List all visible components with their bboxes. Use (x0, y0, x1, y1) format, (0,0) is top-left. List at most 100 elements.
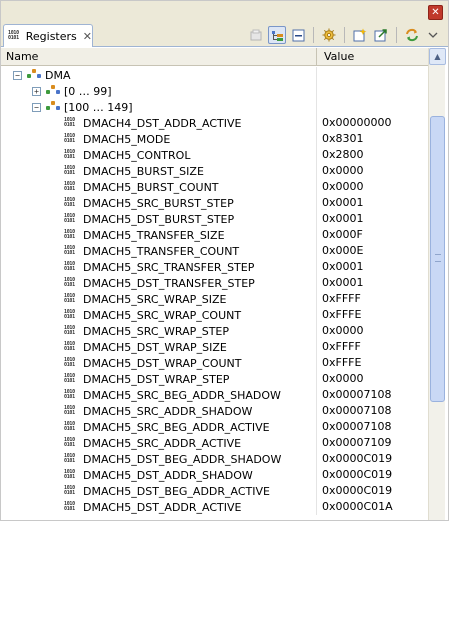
register-row[interactable]: 1010 0101 DMACH5_SRC_BEG_ADDR_ACTIVE 0x0000… (1, 419, 428, 435)
register-row[interactable]: 1010 0101 DMACH5_SRC_BURST_STEP 0x0001 (1, 195, 428, 211)
register-icon: 1010 0101 (64, 213, 75, 224)
register-row[interactable]: 1010 0101 DMACH5_DST_ADDR_ACTIVE 0x0000C01A (1, 499, 428, 515)
register-icon: 1010 0101 (64, 309, 75, 320)
register-name: DMACH5_CONTROL (83, 148, 191, 162)
register-value[interactable]: 0x00007108 (318, 403, 392, 419)
register-icon: 1010 0101 (64, 197, 75, 208)
window-title-strip: ✕ (1, 1, 448, 23)
sync-icon (406, 28, 418, 42)
register-value[interactable]: 0xFFFE (318, 355, 361, 371)
register-icon: 1010 0101 (64, 437, 75, 448)
new-group-button[interactable] (351, 26, 369, 44)
register-value[interactable]: 0x00007108 (318, 387, 392, 403)
tree-node-dma[interactable]: − DMA (1, 67, 428, 83)
register-name: DMACH5_SRC_BEG_ADDR_SHADOW (83, 388, 281, 402)
register-value[interactable]: 0xFFFE (318, 307, 361, 323)
register-value[interactable]: 0x0000C01A (318, 499, 393, 515)
configure-button[interactable] (320, 26, 338, 44)
register-row[interactable]: 1010 0101 DMACH5_TRANSFER_COUNT 0x000E (1, 243, 428, 259)
register-row[interactable]: 1010 0101 DMACH5_DST_BEG_ADDR_ACTIVE 0x0000… (1, 483, 428, 499)
register-row[interactable]: 1010 0101 DMACH5_DST_ADDR_SHADOW 0x0000C019 (1, 467, 428, 483)
register-value[interactable]: 0x0000C019 (318, 483, 392, 499)
vertical-scrollbar[interactable]: ▲ (428, 48, 446, 520)
register-name: DMACH5_BURST_COUNT (83, 180, 219, 194)
register-name: DMACH5_DST_BEG_ADDR_SHADOW (83, 452, 282, 466)
register-value[interactable]: 0x0001 (318, 259, 364, 275)
register-icon: 1010 0101 (64, 117, 75, 128)
register-row[interactable]: 1010 0101 DMACH5_DST_WRAP_STEP 0x0000 (1, 371, 428, 387)
register-row[interactable]: 1010 0101 DMACH5_MODE 0x8301 (1, 131, 428, 147)
register-row[interactable]: 1010 0101 DMACH5_TRANSFER_SIZE 0x000F (1, 227, 428, 243)
tab-close-icon[interactable]: ✕ (83, 30, 92, 43)
register-row[interactable]: 1010 0101 DMACH5_CONTROL 0x2800 (1, 147, 428, 163)
column-header-value[interactable]: Value (317, 48, 428, 65)
register-value[interactable]: 0x00000000 (318, 115, 392, 131)
register-row[interactable]: 1010 0101 DMACH5_DST_TRANSFER_STEP 0x0001 (1, 275, 428, 291)
register-row[interactable]: 1010 0101 DMACH5_SRC_WRAP_SIZE 0xFFFF (1, 291, 428, 307)
register-row[interactable]: 1010 0101 DMACH5_DST_WRAP_SIZE 0xFFFF (1, 339, 428, 355)
register-icon: 1010 0101 (64, 133, 75, 144)
register-value[interactable]: 0x0000C019 (318, 467, 392, 483)
tree-node-group[interactable]: + [0 … 99] (1, 83, 428, 99)
register-icon: 1010 0101 (64, 421, 75, 432)
register-group-icon (27, 69, 41, 81)
register-row[interactable]: 1010 0101 DMACH5_SRC_WRAP_COUNT 0xFFFE (1, 307, 428, 323)
scroll-up-button[interactable]: ▲ (429, 48, 446, 65)
export-button[interactable] (372, 26, 390, 44)
tab-registers-label: Registers (25, 29, 77, 43)
expand-icon[interactable]: + (32, 86, 41, 96)
register-value[interactable]: 0xFFFF (318, 291, 361, 307)
register-row[interactable]: 1010 0101 DMACH5_SRC_BEG_ADDR_SHADOW 0x0000… (1, 387, 428, 403)
column-header-name[interactable]: Name (1, 48, 317, 65)
register-icon: 1010 0101 (64, 501, 75, 512)
register-value[interactable]: 0x0000 (318, 163, 364, 179)
register-row[interactable]: 1010 0101 DMACH5_SRC_TRANSFER_STEP 0x0001 (1, 259, 428, 275)
register-name: DMACH5_SRC_ADDR_SHADOW (83, 404, 253, 418)
register-value[interactable]: 0x0000 (318, 371, 364, 387)
register-row[interactable]: 1010 0101 DMACH5_SRC_WRAP_STEP 0x0000 (1, 323, 428, 339)
register-row[interactable]: 1010 0101 DMACH5_DST_WRAP_COUNT 0xFFFE (1, 355, 428, 371)
register-icon: 1010 0101 (64, 165, 75, 176)
register-value[interactable]: 0x0001 (318, 211, 364, 227)
register-value[interactable]: 0xFFFF (318, 339, 361, 355)
register-row[interactable]: 1010 0101 DMACH5_SRC_ADDR_ACTIVE 0x00007109 (1, 435, 428, 451)
tree-layout-button[interactable] (268, 26, 286, 44)
close-window-button[interactable]: ✕ (428, 5, 443, 20)
register-row[interactable]: 1010 0101 DMACH5_DST_BURST_STEP 0x0001 (1, 211, 428, 227)
register-name: DMACH5_DST_BEG_ADDR_ACTIVE (83, 484, 270, 498)
registers-icon: 1010 0101 (8, 30, 19, 41)
register-value[interactable]: 0x0001 (318, 195, 364, 211)
disabled-icon (250, 29, 261, 40)
register-value[interactable]: 0x00007108 (318, 419, 392, 435)
collapse-icon[interactable]: − (13, 70, 22, 80)
register-value[interactable]: 0x0000C019 (318, 451, 392, 467)
register-value[interactable]: 0x000F (318, 227, 363, 243)
collapse-all-button[interactable] (289, 26, 307, 44)
register-name: DMACH5_SRC_WRAP_COUNT (83, 308, 242, 322)
scroll-thumb[interactable] (430, 116, 445, 402)
collapse-icon[interactable]: − (32, 102, 41, 112)
register-value[interactable]: 0x0001 (318, 275, 364, 291)
register-icon: 1010 0101 (64, 453, 75, 464)
synchronize-button[interactable] (403, 26, 421, 44)
register-value[interactable]: 0x00007109 (318, 435, 392, 451)
register-value[interactable]: 0x0000 (318, 323, 364, 339)
register-value[interactable]: 0x000E (318, 243, 363, 259)
tab-registers[interactable]: 1010 0101 Registers ✕ (3, 24, 93, 47)
register-value[interactable]: 0x2800 (318, 147, 364, 163)
register-row[interactable]: 1010 0101 DMACH5_SRC_ADDR_SHADOW 0x00007108 (1, 403, 428, 419)
disabled-action-button[interactable] (247, 26, 265, 44)
register-row[interactable]: 1010 0101 DMACH5_BURST_COUNT 0x0000 (1, 179, 428, 195)
register-row[interactable]: 1010 0101 DMACH4_DST_ADDR_ACTIVE 0x00000000 (1, 115, 428, 131)
registers-view-window: ✕ 1010 0101 Registers ✕ Name Value − DMA… (0, 0, 449, 521)
register-name: DMACH5_DST_WRAP_SIZE (83, 340, 227, 354)
register-name: DMACH4_DST_ADDR_ACTIVE (83, 116, 242, 130)
view-menu-button[interactable] (424, 26, 442, 44)
register-value[interactable]: 0x8301 (318, 131, 364, 147)
register-row[interactable]: 1010 0101 DMACH5_DST_BEG_ADDR_SHADOW 0x0000… (1, 451, 428, 467)
register-name: DMACH5_DST_WRAP_STEP (83, 372, 230, 386)
register-value[interactable]: 0x0000 (318, 179, 364, 195)
register-row[interactable]: 1010 0101 DMACH5_BURST_SIZE 0x0000 (1, 163, 428, 179)
register-name: DMACH5_DST_ADDR_ACTIVE (83, 500, 242, 514)
tree-node-group[interactable]: − [100 … 149] (1, 99, 428, 115)
